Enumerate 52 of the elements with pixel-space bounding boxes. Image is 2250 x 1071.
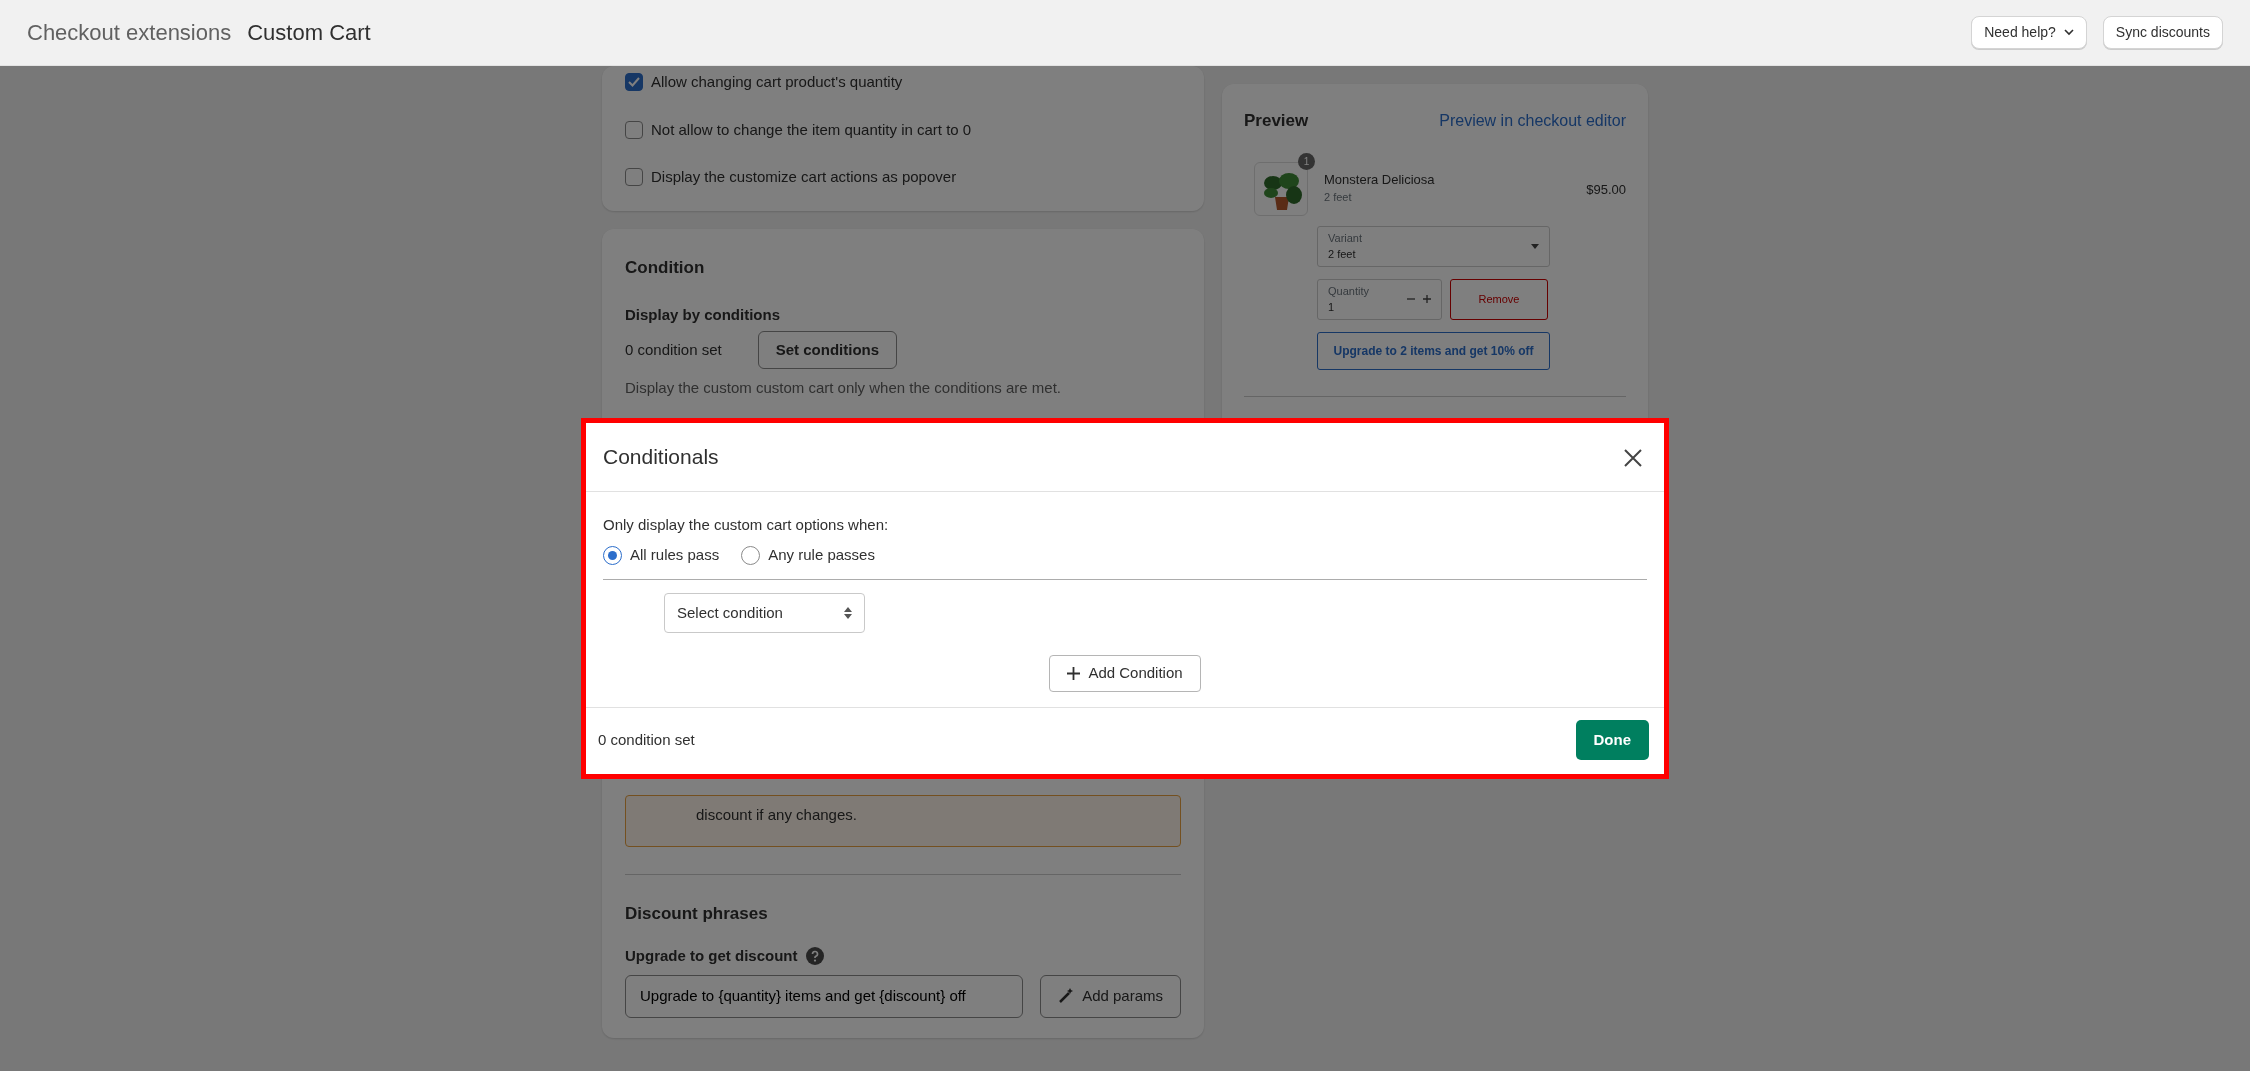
field-label: Display by conditions	[625, 305, 782, 325]
set-conditions-button[interactable]: Set conditions	[757, 330, 898, 369]
quantity-stepper[interactable]: Quantity 1	[1317, 278, 1442, 320]
select-value: 2 feet	[1328, 247, 1357, 262]
radio-option[interactable]: Any rule passes	[741, 544, 875, 567]
condition-select[interactable]: Select condition	[664, 592, 865, 633]
stepper-label: Quantity	[1328, 283, 1369, 299]
product-variant: 2 feet	[1324, 190, 1353, 205]
product-price: $95.00	[1586, 180, 1626, 199]
sort-arrows-icon	[844, 606, 852, 619]
magic-wand-icon	[1058, 988, 1075, 1005]
preview-title: Preview	[1244, 110, 1309, 132]
option-label: Allow changing cart product's quantity	[651, 72, 903, 92]
add-params-button[interactable]: Add params	[1040, 975, 1181, 1018]
select-label: Variant	[1328, 230, 1363, 246]
help-text: Display the custom custom cart only when the conditions are met.	[625, 378, 1063, 398]
plus-icon	[1423, 295, 1431, 303]
condition-count: 0 condition set	[598, 729, 695, 750]
plus-icon	[1067, 666, 1081, 680]
checkbox[interactable]	[625, 168, 643, 187]
breadcrumb-link[interactable]: Checkout extensions	[27, 16, 232, 49]
stepper-value: 1	[1328, 300, 1336, 315]
caret-down-icon	[1531, 243, 1539, 249]
section-title: Discount phrases	[625, 903, 769, 925]
dialog-title: Conditionals	[603, 444, 719, 470]
sync-button[interactable]: Sync discounts	[2102, 16, 2223, 49]
checkbox[interactable]	[625, 120, 643, 139]
condition-count: 0 condition set	[625, 339, 722, 360]
upgrade-button[interactable]: Upgrade to 2 items and get 10% off	[1317, 331, 1550, 370]
option-label: Display the customize cart actions as popover	[651, 167, 957, 187]
close-icon	[1624, 448, 1642, 467]
section-title: Condition	[625, 256, 706, 279]
option-label: Not allow to change the item quantity in cart to 0	[651, 119, 972, 140]
help-icon	[805, 946, 824, 965]
select-placeholder: Select condition	[677, 602, 783, 623]
field-label: Upgrade to get discount	[625, 945, 798, 966]
phrase-input[interactable]: Upgrade to {quantity} items and get {discount} off	[625, 975, 1024, 1018]
remove-button[interactable]: Remove	[1450, 278, 1548, 320]
chevron-down-icon	[2063, 29, 2074, 36]
prompt-text: Only display the custom cart options when:	[603, 514, 890, 535]
radio-option[interactable]: All rules pass	[603, 544, 720, 567]
product-name: Monstera Deliciosa	[1324, 170, 1436, 189]
quantity-badge: 1	[1298, 152, 1315, 170]
warning-text: discount if any changes.	[696, 805, 857, 823]
checkbox[interactable]	[625, 73, 643, 92]
minus-icon	[1407, 295, 1415, 303]
page-title: Custom Cart	[247, 19, 371, 47]
help-dropdown[interactable]: Need help?	[1971, 16, 2087, 49]
add-condition-button[interactable]: Add Condition	[1049, 655, 1201, 692]
variant-select[interactable]: Variant 2 feet	[1317, 225, 1550, 267]
done-button[interactable]: Done	[1575, 719, 1649, 760]
checkout-editor-link[interactable]: Preview in checkout editor	[1439, 108, 1626, 133]
